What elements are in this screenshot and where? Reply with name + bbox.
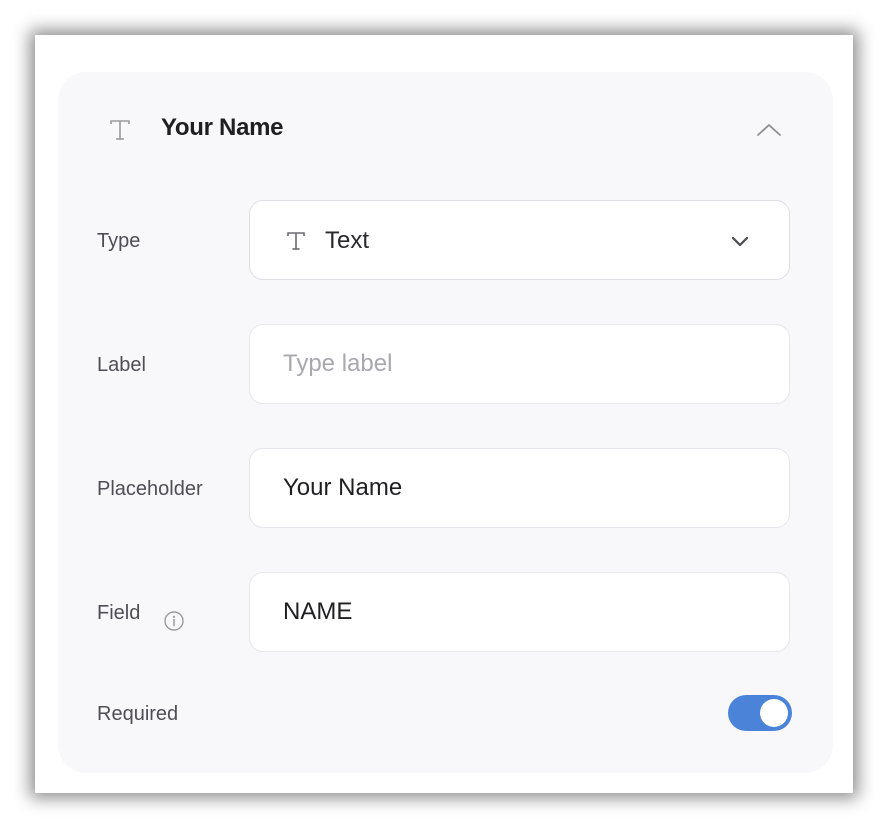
label-input[interactable] [250,325,789,403]
type-select-value: Text [325,227,370,254]
text-type-icon [284,229,308,253]
chevron-down-icon [729,231,751,251]
placeholder-input[interactable] [250,449,789,527]
info-icon[interactable] [163,610,185,632]
field-name-box [249,572,790,652]
placeholder-field-box [249,448,790,528]
field-settings-card: Your Name Type Text Label Type label Pla… [58,72,833,773]
required-label: Required [97,703,179,725]
required-toggle[interactable] [728,695,792,731]
text-type-icon [107,117,133,143]
field-settings-window: Your Name Type Text Label Type label Pla… [35,35,853,793]
section-title: Your Name [161,114,284,141]
toggle-knob [760,699,788,727]
type-label: Type [97,230,141,252]
field-name-input[interactable] [250,573,789,651]
placeholder-label: Placeholder [97,478,203,500]
chevron-up-icon[interactable] [755,118,783,142]
label-label: Label [97,354,146,376]
label-field-box [249,324,790,404]
field-label: Field [97,602,141,624]
type-select[interactable]: Text [249,200,790,280]
